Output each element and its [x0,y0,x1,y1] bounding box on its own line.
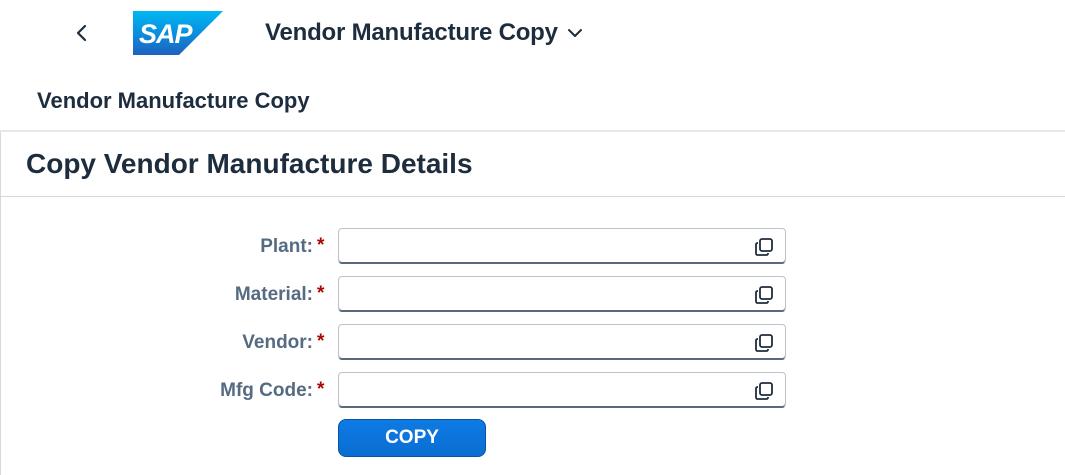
material-input-wrapper [338,276,786,312]
back-button[interactable] [66,17,98,49]
chevron-down-icon [566,27,584,39]
mfg-code-input[interactable] [347,377,741,405]
vendor-input-wrapper [338,324,786,360]
chevron-left-icon [76,24,87,42]
material-label: Material: [234,284,313,305]
section-title: Copy Vendor Manufacture Details [26,148,473,179]
form-row-vendor: Vendor: * [0,324,1065,362]
copy-button[interactable]: COPY [338,419,486,457]
material-input[interactable] [347,281,741,309]
plant-input-wrapper [338,228,786,264]
value-help-icon[interactable] [753,236,775,258]
vendor-input[interactable] [347,329,741,357]
required-indicator: * [317,331,325,352]
page-header: Vendor Manufacture Copy [0,66,1065,130]
value-help-icon[interactable] [753,332,775,354]
required-indicator: * [317,235,325,256]
app-title: Vendor Manufacture Copy [265,19,558,46]
section-header: Copy Vendor Manufacture Details [0,132,1065,196]
required-indicator: * [317,379,325,400]
plant-input[interactable] [347,233,741,261]
form-row-mfg-code: Mfg Code: * [0,372,1065,410]
vendor-label: Vendor: [242,332,313,353]
svg-text:SAP: SAP [139,19,194,49]
app-title-menu[interactable]: Vendor Manufacture Copy [265,17,584,49]
plant-label: Plant: [260,236,313,257]
form-row-material: Material: * [0,276,1065,314]
value-help-icon[interactable] [753,284,775,306]
required-indicator: * [317,283,325,304]
mfg-code-input-wrapper [338,372,786,408]
mfg-code-label: Mfg Code: [220,380,313,401]
shell-bar: SAP Vendor Manufacture Copy [0,0,1065,66]
page-title: Vendor Manufacture Copy [37,88,310,113]
form-row-plant: Plant: * [0,228,1065,266]
value-help-icon[interactable] [753,380,775,402]
sap-logo[interactable]: SAP [133,11,223,55]
